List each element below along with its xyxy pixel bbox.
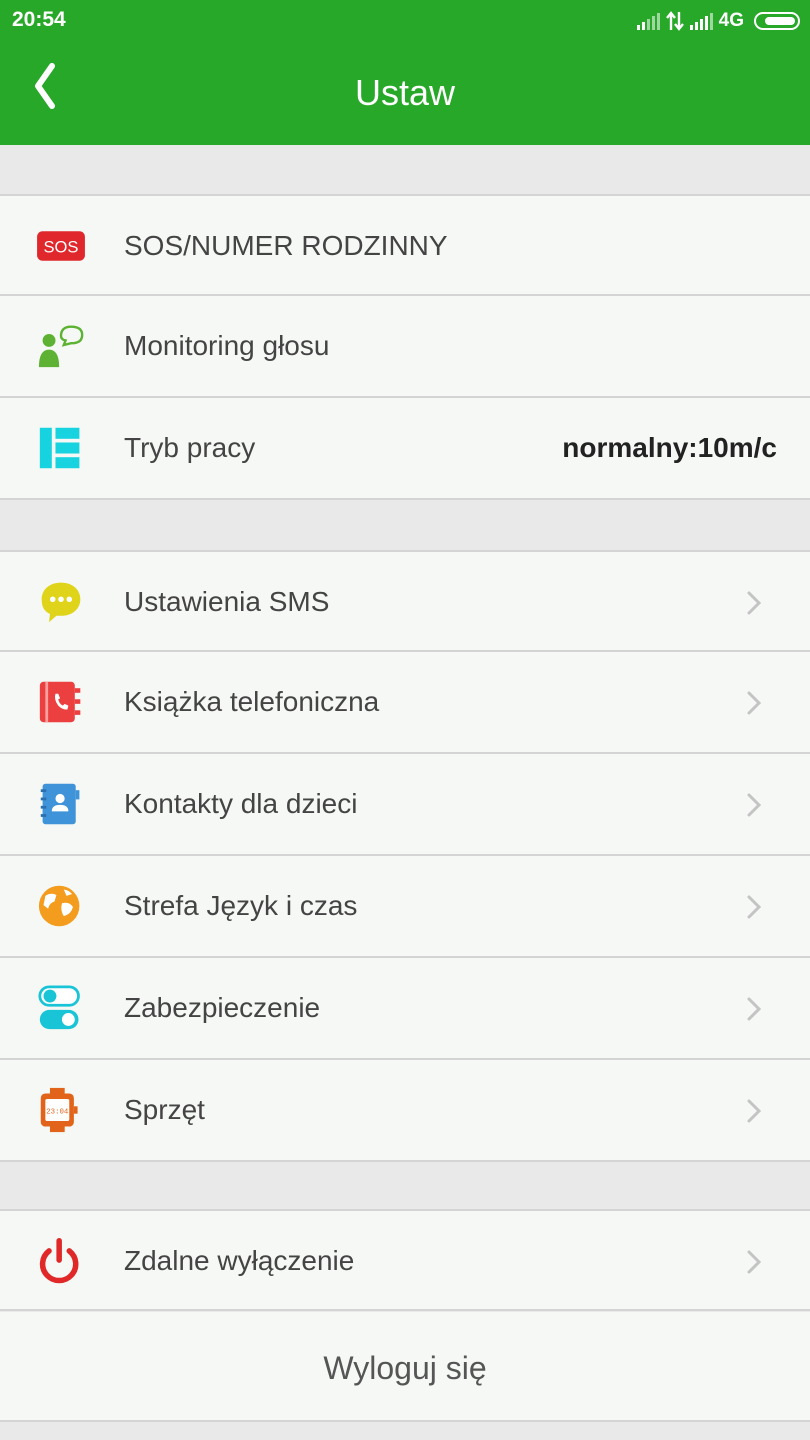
item-label: Książka telefoniczna	[124, 686, 380, 717]
watch-icon: 23:04	[40, 1087, 78, 1133]
signal-icon	[636, 12, 660, 30]
chevron-right-icon	[747, 691, 762, 715]
network-type: 4G	[718, 10, 744, 31]
item-label: Zabezpieczenie	[124, 992, 321, 1023]
work-mode-item[interactable]: Tryb pracy normalny:10m/c	[0, 398, 810, 500]
status-icons: 4G	[636, 8, 800, 34]
page-title: Ustaw	[354, 72, 456, 113]
phonebook-icon	[39, 681, 81, 723]
item-label: Kontakty dla dzieci	[124, 788, 358, 819]
svg-text:23:04: 23:04	[46, 1109, 69, 1117]
chevron-right-icon	[747, 895, 762, 919]
work-mode-icon	[39, 427, 80, 469]
battery-icon	[754, 12, 800, 30]
chevron-right-icon	[747, 1250, 762, 1274]
children-contacts-item[interactable]: Kontakty dla dzieci	[0, 754, 810, 856]
toggle-icon	[38, 985, 80, 1030]
sms-settings-item[interactable]: Ustawienia SMS	[0, 550, 810, 652]
settings-group-2: Ustawienia SMS Książka telefoniczna Kont…	[0, 550, 810, 1162]
logout-button[interactable]: Wyloguj się	[0, 1312, 810, 1422]
item-label: SOS/NUMER RODZINNY	[124, 230, 448, 261]
signal-icon	[689, 12, 713, 30]
sms-icon	[41, 582, 81, 623]
item-label: Sprzęt	[124, 1094, 205, 1125]
power-icon	[39, 1238, 79, 1284]
data-transfer-icon	[665, 11, 684, 31]
sos-family-number-item[interactable]: SOS SOS/NUMER RODZINNY	[0, 194, 810, 296]
chevron-right-icon	[747, 997, 762, 1021]
phonebook-item[interactable]: Książka telefoniczna	[0, 652, 810, 754]
chevron-right-icon	[747, 793, 762, 817]
item-label: Tryb pracy	[124, 432, 256, 463]
chevron-right-icon	[747, 1099, 762, 1123]
contacts-icon	[40, 783, 80, 825]
device-item[interactable]: 23:04 Sprzęt	[0, 1060, 810, 1162]
voice-monitoring-item[interactable]: Monitoring głosu	[0, 296, 810, 398]
svg-text:SOS: SOS	[44, 237, 79, 256]
item-label: Monitoring głosu	[124, 330, 330, 361]
remote-shutdown-item[interactable]: Zdalne wyłączenie	[0, 1209, 810, 1311]
item-label: Zdalne wyłączenie	[124, 1245, 355, 1276]
item-label: Strefa Język i czas	[124, 890, 358, 921]
app-header: 20:54 4G Ustaw	[0, 0, 810, 145]
settings-group-1: SOS SOS/NUMER RODZINNY Monitoring głosu …	[0, 194, 810, 500]
voice-monitor-icon	[38, 325, 84, 368]
work-mode-value: normalny:10m/c	[562, 432, 777, 463]
security-item[interactable]: Zabezpieczenie	[0, 958, 810, 1060]
settings-group-3: Zdalne wyłączenie	[0, 1209, 810, 1311]
chevron-right-icon	[747, 591, 762, 615]
sos-icon: SOS	[37, 231, 85, 261]
status-time: 20:54	[12, 8, 66, 31]
globe-icon	[38, 885, 80, 927]
zone-language-time-item[interactable]: Strefa Język i czas	[0, 856, 810, 958]
item-label: Ustawienia SMS	[124, 586, 330, 617]
